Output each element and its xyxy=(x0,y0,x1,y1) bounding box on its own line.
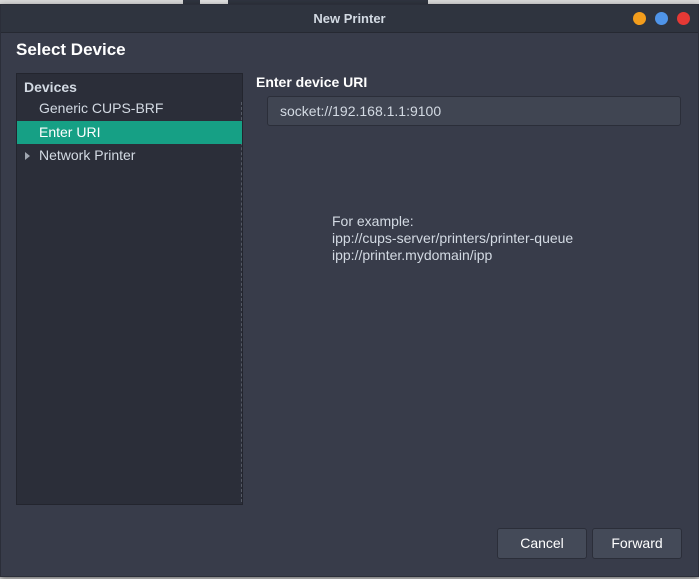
close-button[interactable] xyxy=(677,12,690,25)
minimize-button[interactable] xyxy=(633,12,646,25)
example-line: For example: xyxy=(332,213,414,229)
uri-example-text: For example: ipp://cups-server/printers/… xyxy=(332,213,573,264)
devices-list: Devices Generic CUPS-BRF Enter URI Netwo… xyxy=(16,73,243,505)
example-line: ipp://cups-server/printers/printer-queue xyxy=(332,230,574,246)
window-title: New Printer xyxy=(313,11,386,26)
device-uri-input[interactable] xyxy=(267,96,681,126)
device-item-label: Generic CUPS-BRF xyxy=(39,100,164,116)
device-item-label: Enter URI xyxy=(39,124,101,140)
forward-button[interactable]: Forward xyxy=(592,528,682,559)
example-line: ipp://printer.mydomain/ipp xyxy=(332,247,493,263)
expand-arrow-icon[interactable] xyxy=(25,152,30,160)
device-item-generic-cups-brf[interactable]: Generic CUPS-BRF xyxy=(17,97,242,120)
uri-field-label: Enter device URI xyxy=(256,74,368,90)
devices-header: Devices xyxy=(24,79,77,95)
maximize-button[interactable] xyxy=(655,12,668,25)
device-item-label: Network Printer xyxy=(39,147,136,163)
page-title: Select Device xyxy=(16,40,126,59)
device-item-enter-uri[interactable]: Enter URI xyxy=(17,121,242,144)
title-bar[interactable]: New Printer xyxy=(1,5,698,33)
cancel-button[interactable]: Cancel xyxy=(497,528,587,559)
device-item-network-printer[interactable]: Network Printer xyxy=(17,144,242,167)
